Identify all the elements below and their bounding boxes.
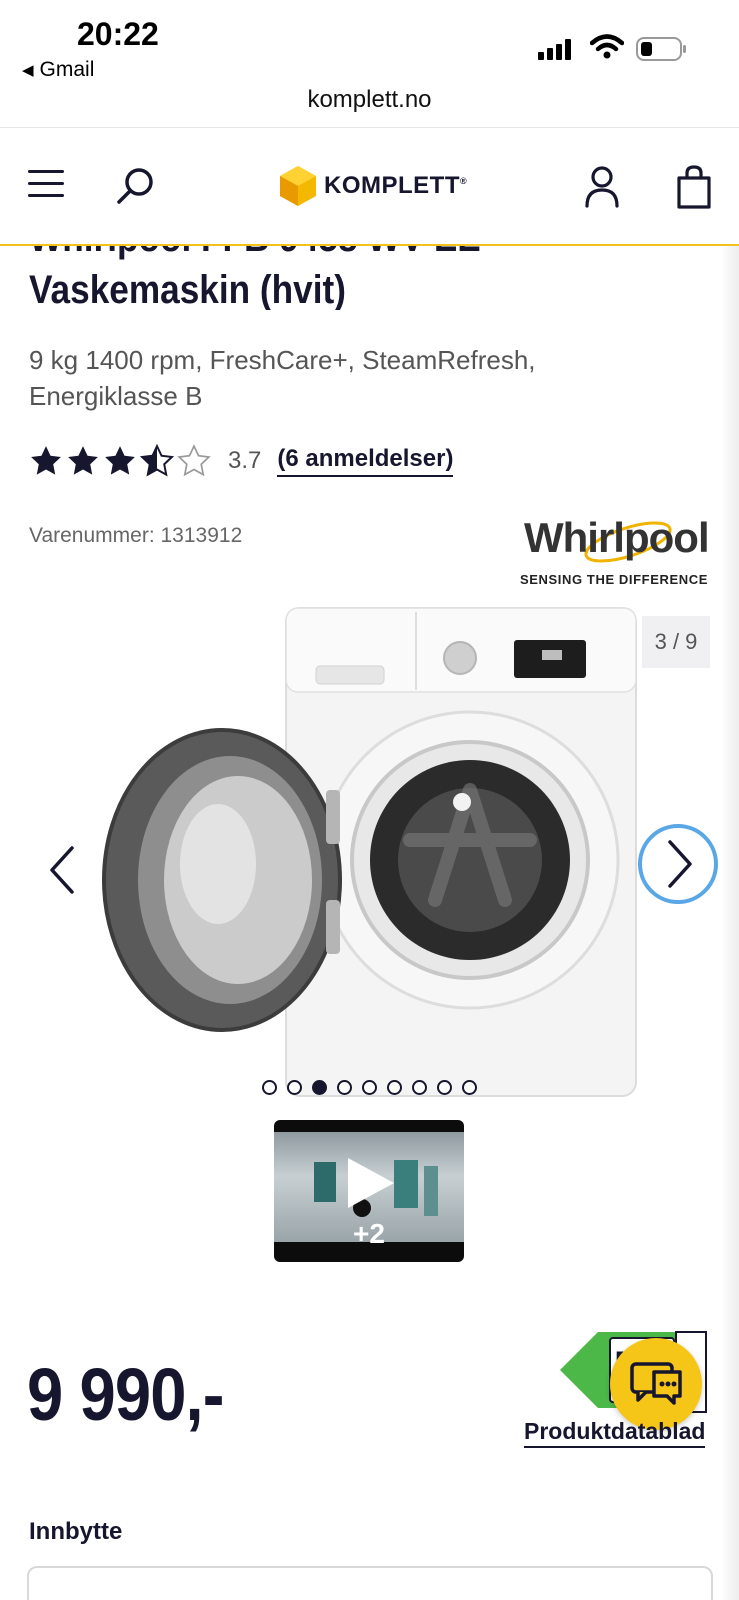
next-image-button[interactable] (638, 824, 718, 904)
back-to-app-button[interactable]: ◀ Gmail (22, 58, 94, 82)
brand-name: Whirlpool (524, 514, 710, 561)
sku-value: 1313912 (160, 524, 243, 547)
chat-button[interactable] (610, 1338, 702, 1430)
komplett-logo[interactable]: KOMPLETT® (280, 164, 467, 208)
gallery-dot[interactable] (362, 1080, 377, 1095)
datasheet-link[interactable]: Produktdatablad (524, 1418, 706, 1448)
tradein-label: Innbytte (29, 1518, 123, 1545)
browser-url-bar[interactable]: komplett.no (0, 86, 739, 128)
wifi-icon (590, 34, 624, 59)
star-full-icon (31, 446, 61, 475)
product-image (102, 607, 637, 1097)
battery-icon (636, 37, 686, 61)
star-half-icon (140, 444, 174, 477)
brand-logo[interactable]: Whirlpool SENSING THE DIFFERENCE (518, 510, 714, 590)
cellular-signal-icon (538, 39, 571, 60)
sku: Varenummer: 1313912 (29, 524, 242, 548)
cart-icon[interactable] (676, 164, 712, 210)
logo-text: KOMPLETT® (324, 172, 468, 199)
reviews-link[interactable]: (6 anmeldelser) (277, 445, 454, 477)
chevron-left-icon[interactable] (44, 840, 84, 900)
site-header: KOMPLETT® (0, 128, 739, 246)
gallery-dot[interactable] (337, 1080, 352, 1095)
gallery-dot[interactable] (412, 1080, 427, 1095)
back-triangle-icon: ◀ (22, 62, 34, 79)
price: 9 990,- (27, 1353, 224, 1436)
video-thumbnail[interactable]: +2 (274, 1120, 464, 1262)
gallery-dot[interactable] (437, 1080, 452, 1095)
gallery-dots (262, 1080, 477, 1095)
product-title-container: Whirlpool FFB 9458 WV EE Vaskemaskin (hv… (0, 246, 739, 310)
rating-row: 3.7 (6 anmeldelser) (29, 444, 454, 478)
product-subtitle: 9 kg 1400 rpm, FreshCare+, SteamRefresh,… (29, 345, 536, 411)
gallery-dot[interactable] (462, 1080, 477, 1095)
chat-bubbles-icon (630, 1362, 682, 1405)
gallery-dot[interactable] (287, 1080, 302, 1095)
chevron-right-icon (668, 840, 692, 888)
brand-tagline: SENSING THE DIFFERENCE (520, 572, 708, 587)
gallery-dot[interactable] (387, 1080, 402, 1095)
image-counter: 3 / 9 (642, 616, 710, 668)
url-text: komplett.no (307, 86, 432, 113)
product-gallery[interactable]: 3 / 9 (0, 600, 739, 1100)
star-empty-icon (177, 444, 211, 477)
video-extra-count: +2 (353, 1218, 385, 1249)
gallery-dot-active[interactable] (312, 1080, 327, 1095)
play-icon (348, 1158, 394, 1208)
back-app-label: Gmail (39, 58, 95, 81)
user-icon[interactable] (584, 164, 620, 210)
tradein-input[interactable] (27, 1566, 713, 1600)
product-title: Whirlpool FFB 9458 WV EE Vaskemaskin (hv… (29, 246, 481, 310)
gallery-dot[interactable] (262, 1080, 277, 1095)
search-icon[interactable] (114, 164, 158, 208)
komplett-logo-icon (280, 166, 316, 206)
rating-value: 3.7 (228, 447, 262, 474)
hamburger-icon[interactable] (28, 170, 64, 200)
status-bar: 20:22 ◀ Gmail (0, 0, 739, 86)
star-full-icon (105, 446, 135, 475)
status-time: 20:22 (77, 16, 159, 52)
sku-label: Varenummer: (29, 524, 155, 547)
star-full-icon (68, 446, 98, 475)
